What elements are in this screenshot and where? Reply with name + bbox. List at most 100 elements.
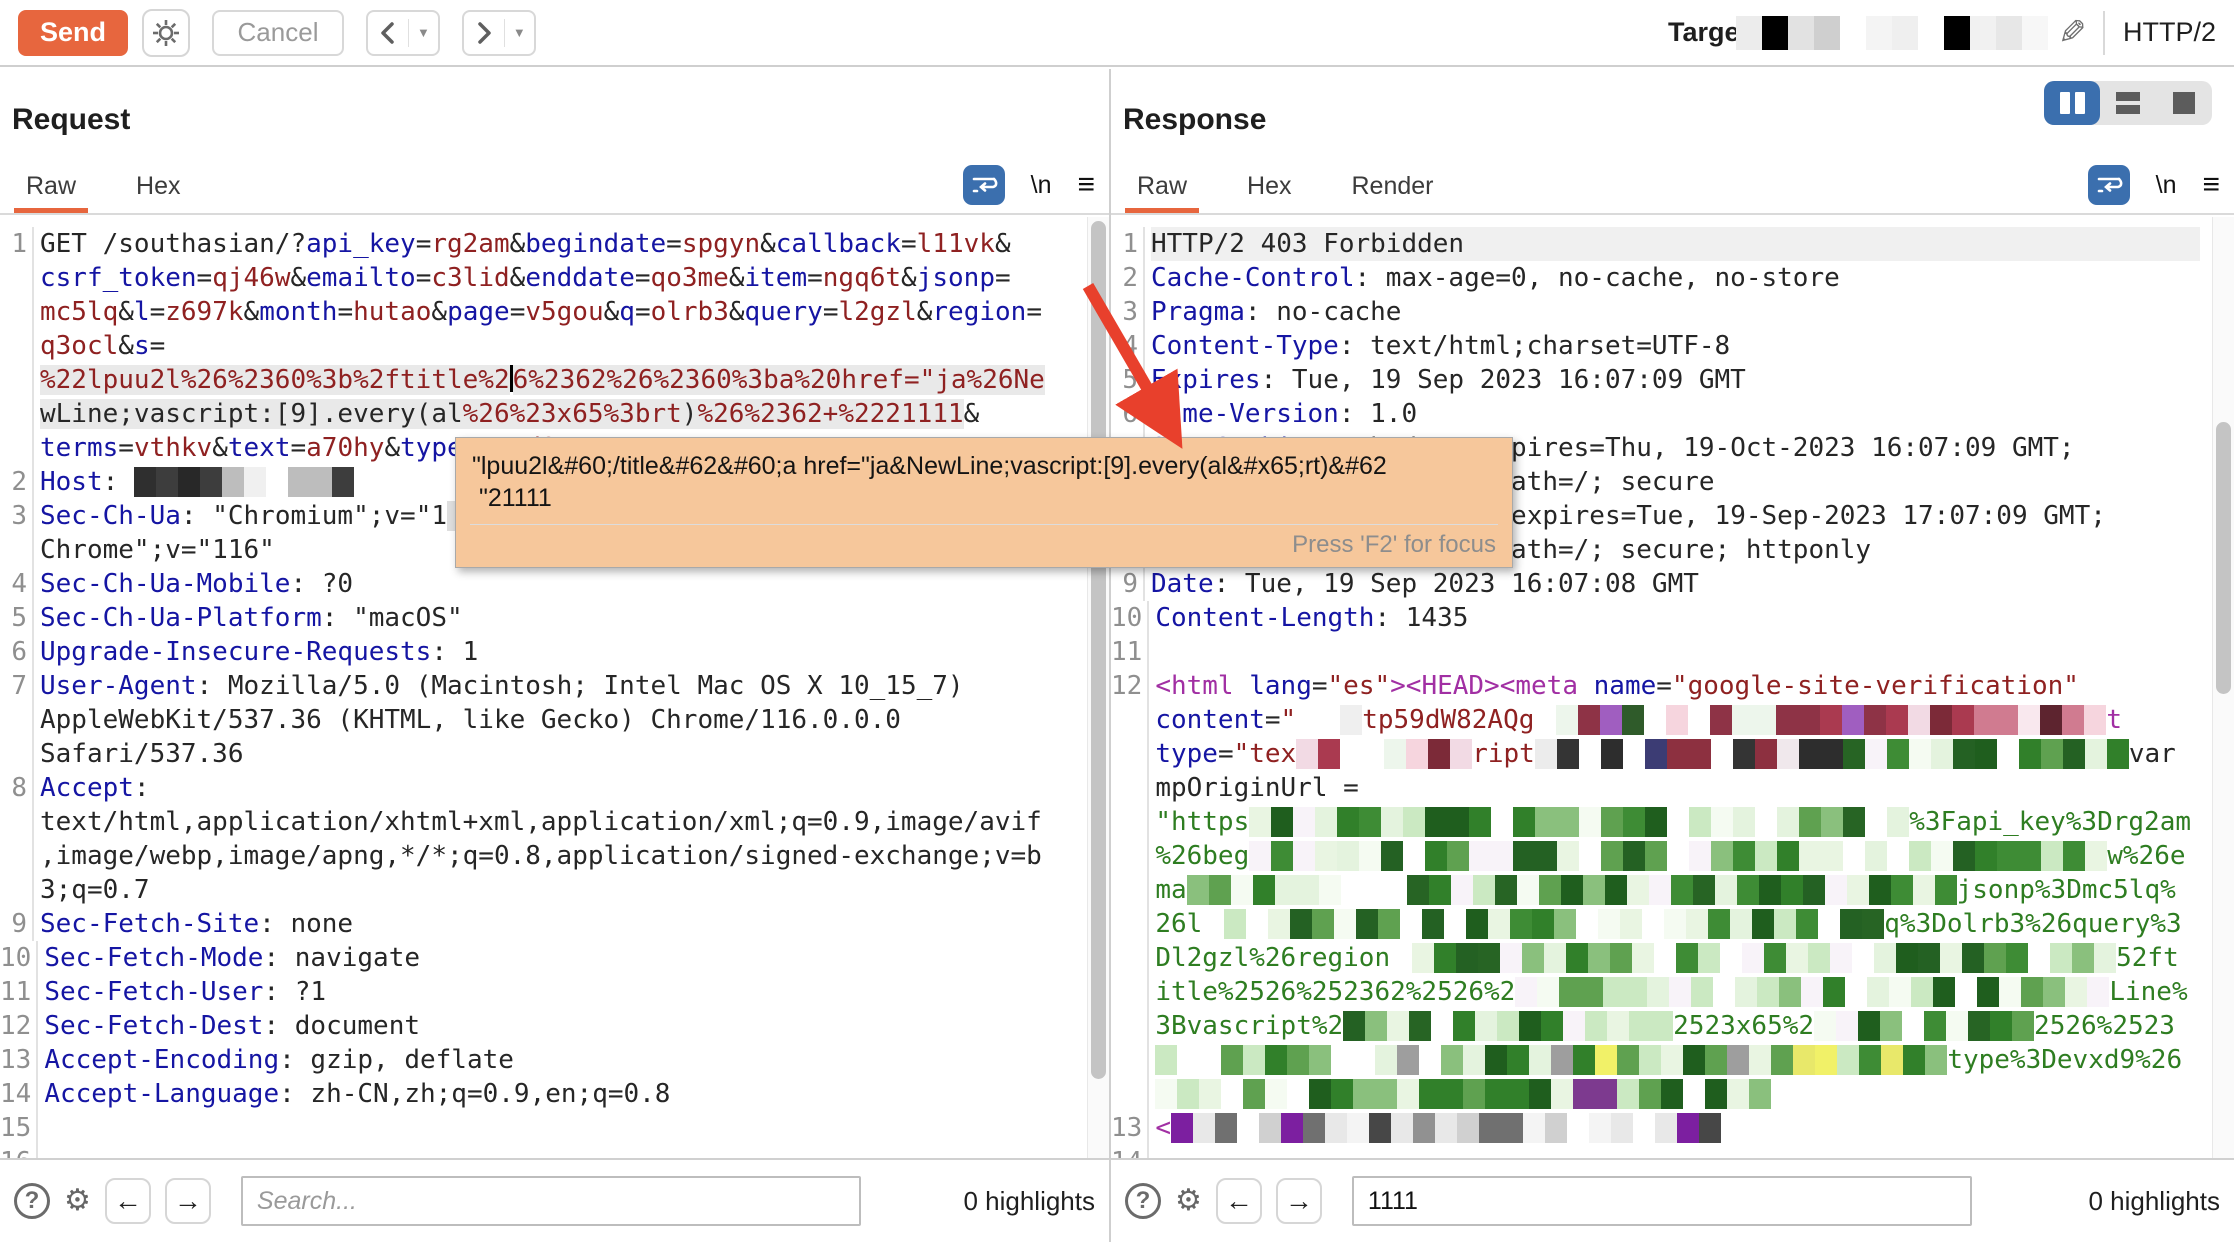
dropdown-caret-icon[interactable]: ▼: [417, 25, 430, 40]
code-line[interactable]: 7User-Agent: Mozilla/5.0 (Macintosh; Int…: [0, 669, 1075, 771]
request-scrollbar[interactable]: [1087, 217, 1109, 1158]
dropdown-caret-icon[interactable]: ▼: [513, 25, 526, 40]
cancel-button[interactable]: Cancel: [212, 10, 344, 56]
redacted-mosaic: [1249, 807, 1909, 837]
prev-request-button[interactable]: ▼: [366, 10, 440, 56]
code-line[interactable]: 16: [0, 1145, 1075, 1158]
redacted-mosaic: [1343, 1011, 1673, 1041]
prev-match-button[interactable]: ←: [105, 1178, 151, 1224]
help-icon[interactable]: ?: [1125, 1183, 1161, 1219]
redacted-mosaic: [1171, 1113, 1721, 1143]
next-match-button[interactable]: →: [1276, 1178, 1322, 1224]
code-line[interactable]: 13<: [1111, 1111, 2200, 1145]
line-number: 1: [0, 227, 34, 465]
code-line[interactable]: 5Expires: Tue, 19 Sep 2023 16:07:09 GMT: [1111, 363, 2200, 397]
request-editor[interactable]: 1GET /southasian/?api_key=rg2am&begindat…: [0, 217, 1109, 1158]
word-wrap-icon: [2095, 172, 2123, 198]
redacted-mosaic: [1814, 1011, 2034, 1041]
redacted-mosaic: [1515, 977, 2109, 1007]
layout-single-button[interactable]: [2156, 81, 2212, 125]
request-scrollbar-thumb[interactable]: [1091, 221, 1106, 1079]
edit-target-pencil-icon[interactable]: ✎: [2058, 13, 2087, 53]
single-layout-icon: [2173, 92, 2195, 114]
line-number: 3: [0, 499, 34, 567]
response-search-input[interactable]: [1352, 1176, 1972, 1226]
code-line[interactable]: 2Cache-Control: max-age=0, no-cache, no-…: [1111, 261, 2200, 295]
send-settings-button[interactable]: [142, 9, 190, 57]
line-number: 5: [0, 601, 34, 635]
line-number: 10: [1111, 601, 1149, 635]
code-line[interactable]: 6Mime-Version: 1.0: [1111, 397, 2200, 431]
search-settings-gear-icon[interactable]: ⚙: [64, 1186, 91, 1216]
hamburger-menu-icon[interactable]: ≡: [1077, 170, 1095, 200]
line-number: 4: [1111, 329, 1145, 363]
arrow-left-icon: ←: [114, 1185, 142, 1217]
line-number: 9: [0, 907, 34, 941]
response-editor[interactable]: 1HTTP/2 403 Forbidden2Cache-Control: max…: [1111, 217, 2234, 1158]
code-line[interactable]: 12<html lang="es"><HEAD><meta name="goog…: [1111, 669, 2200, 1111]
response-scrollbar-thumb[interactable]: [2216, 422, 2231, 694]
next-request-button[interactable]: ▼: [462, 10, 536, 56]
code-line[interactable]: 1HTTP/2 403 Forbidden: [1111, 227, 2200, 261]
code-line[interactable]: 15: [0, 1111, 1075, 1145]
prev-match-button[interactable]: ←: [1216, 1178, 1262, 1224]
request-panel: Request Raw Hex \n ≡: [0, 69, 1109, 1242]
code-line[interactable]: 5Sec-Ch-Ua-Platform: "macOS": [0, 601, 1075, 635]
request-findbar: ? ⚙ ← → 0 highlights: [0, 1158, 1109, 1242]
code-line[interactable]: 3Pragma: no-cache: [1111, 295, 2200, 329]
protocol-label: HTTP/2: [2123, 17, 2216, 48]
code-line[interactable]: 9Date: Tue, 19 Sep 2023 16:07:08 GMT: [1111, 567, 2200, 601]
line-number: 6: [0, 635, 34, 669]
tab-hex[interactable]: Hex: [124, 172, 192, 213]
send-button[interactable]: Send: [18, 10, 128, 56]
tooltip-focus-hint: Press 'F2' for focus: [1292, 531, 1496, 559]
code-line[interactable]: 13Accept-Encoding: gzip, deflate: [0, 1043, 1075, 1077]
line-number: 13: [1111, 1111, 1149, 1145]
response-scrollbar[interactable]: [2212, 217, 2234, 1158]
newline-toggle[interactable]: \n: [1031, 171, 1052, 200]
code-line[interactable]: 14: [1111, 1145, 2200, 1158]
arrow-right-icon: →: [1285, 1185, 1313, 1217]
line-number: 9: [1111, 567, 1145, 601]
redacted-mosaic: [134, 467, 354, 497]
button-divider: [408, 19, 409, 47]
next-match-button[interactable]: →: [165, 1178, 211, 1224]
code-line[interactable]: 14Accept-Language: zh-CN,zh;q=0.9,en;q=0…: [0, 1077, 1075, 1111]
code-line[interactable]: 4Sec-Ch-Ua-Mobile: ?0: [0, 567, 1075, 601]
top-toolbar: Send Cancel ▼ ▼ Target ✎ HTTP/2: [0, 0, 2234, 67]
line-number: 2: [1111, 261, 1145, 295]
code-line[interactable]: 8Accept:text/html,application/xhtml+xml,…: [0, 771, 1075, 907]
line-number: 2: [0, 465, 34, 499]
code-line[interactable]: 11: [1111, 635, 2200, 669]
tab-raw[interactable]: Raw: [1125, 172, 1199, 213]
code-line[interactable]: 12Sec-Fetch-Dest: document: [0, 1009, 1075, 1043]
line-number: 14: [0, 1077, 38, 1111]
layout-columns-button[interactable]: [2044, 81, 2100, 125]
redacted-mosaic: [1155, 1045, 1947, 1075]
tab-raw[interactable]: Raw: [14, 172, 88, 213]
hamburger-menu-icon[interactable]: ≡: [2202, 170, 2220, 200]
code-line[interactable]: 10Content-Length: 1435: [1111, 601, 2200, 635]
code-line[interactable]: 10Sec-Fetch-Mode: navigate: [0, 941, 1075, 975]
line-number: 5: [1111, 363, 1145, 397]
redacted-mosaic: [1534, 705, 2106, 735]
search-settings-gear-icon[interactable]: ⚙: [1175, 1186, 1202, 1216]
target-redaction: [1736, 16, 2048, 50]
help-icon[interactable]: ?: [14, 1183, 50, 1219]
layout-rows-button[interactable]: [2100, 81, 2156, 125]
code-line[interactable]: 9Sec-Fetch-Site: none: [0, 907, 1075, 941]
code-line[interactable]: 11Sec-Fetch-User: ?1: [0, 975, 1075, 1009]
redacted-mosaic: [1249, 841, 2107, 871]
newline-toggle[interactable]: \n: [2156, 171, 2177, 200]
chevron-left-icon: [376, 19, 400, 47]
code-line[interactable]: 1GET /southasian/?api_key=rg2am&begindat…: [0, 227, 1075, 465]
redacted-mosaic: [1390, 943, 2116, 973]
tab-render[interactable]: Render: [1339, 172, 1445, 213]
word-wrap-toggle-button[interactable]: [963, 165, 1005, 205]
response-findbar: ? ⚙ ← → 0 highlights: [1111, 1158, 2234, 1242]
tab-hex[interactable]: Hex: [1235, 172, 1303, 213]
code-line[interactable]: 4Content-Type: text/html;charset=UTF-8: [1111, 329, 2200, 363]
code-line[interactable]: 6Upgrade-Insecure-Requests: 1: [0, 635, 1075, 669]
request-search-input[interactable]: [241, 1176, 861, 1226]
word-wrap-toggle-button[interactable]: [2088, 165, 2130, 205]
